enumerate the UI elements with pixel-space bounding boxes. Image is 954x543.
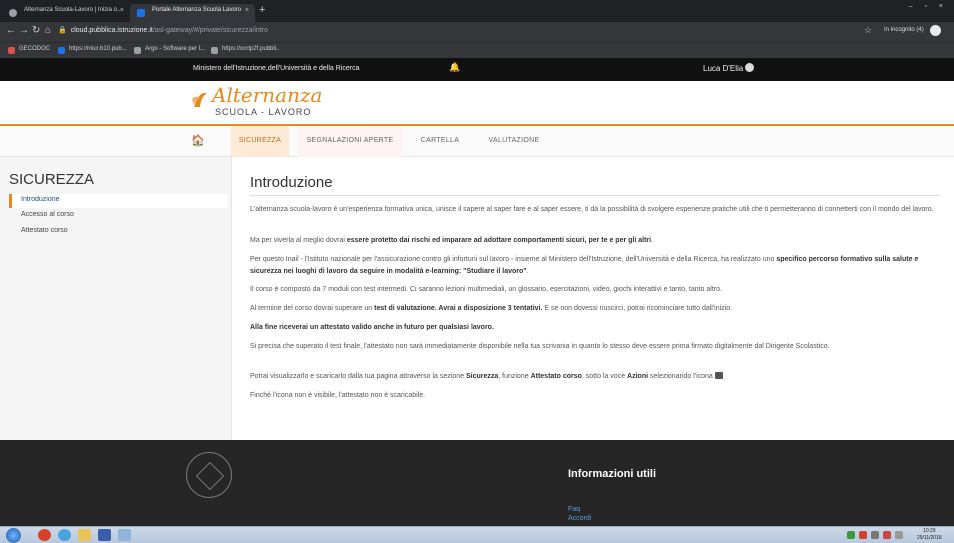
tray-volume-icon[interactable]: [895, 531, 903, 539]
bookmark-label: https://miur.b10.pub...: [69, 46, 127, 52]
main-nav: 🏠 SICUREZZA SEGNALAZIONI APERTE CARTELLA…: [0, 124, 954, 157]
browser-tab-strip: Alternanza Scuola-Lavoro | Inizia o... ×…: [0, 0, 954, 22]
taskbar-clock[interactable]: 10:29 29/11/2018: [917, 528, 942, 542]
browser-tab-title: Alternanza Scuola-Lavoro | Inizia o...: [24, 7, 122, 13]
logo-title[interactable]: Alternanza: [212, 83, 322, 107]
back-icon[interactable]: ←: [6, 25, 16, 36]
url-host: cloud.pubblica.istruzione.it: [70, 27, 153, 34]
url-path: /asl-gateway/#/private/sicurezza/intro: [152, 27, 268, 34]
signature-paragraph: Si precisa che superato il test finale, …: [250, 343, 830, 350]
inail-paragraph: Per questo Inail - l'Istituto nazionale …: [250, 256, 919, 275]
tray-app-icon[interactable]: [859, 531, 867, 539]
file-explorer-icon[interactable]: [78, 529, 91, 541]
download-paragraph: Potrai visualizzarlo e scaricarlo dalla …: [250, 371, 940, 383]
user-name: Luca D'Elia: [703, 64, 744, 73]
incognito-avatar-icon[interactable]: [930, 25, 941, 36]
intro-paragraph: L'alternanza scuola-lavoro è un'esperien…: [250, 206, 934, 213]
bookmark-label: GECODOC: [19, 46, 51, 52]
alternanza-logo-icon: [192, 92, 207, 107]
user-menu[interactable]: Luca D'Elia: [703, 63, 755, 73]
clock-date: 29/11/2018: [917, 535, 942, 541]
bookmark-label: https://ocrtp2f.pubbli..: [222, 46, 280, 52]
reload-icon[interactable]: ↻: [32, 25, 40, 36]
browser-tab-title: Portale Alternanza Scuola Lavoro: [152, 7, 242, 13]
forward-icon[interactable]: →: [19, 25, 29, 36]
windows-taskbar: 10:29 29/11/2018: [0, 526, 954, 543]
sidebar-title: SICUREZZA: [9, 171, 95, 188]
url-field[interactable]: 🔒 cloud.pubblica.istruzione.it/asl-gatewa…: [58, 26, 268, 34]
window-controls[interactable]: – ▫ ×: [909, 3, 948, 10]
republic-emblem-icon: [186, 452, 232, 498]
notification-bell-icon[interactable]: 🔔: [449, 62, 460, 73]
logo-band: Alternanza SCUOLA - LAVORO: [0, 81, 954, 124]
chrome-icon[interactable]: [38, 529, 51, 541]
footer: Informazioni utili Faq Accordi: [0, 440, 954, 526]
new-tab-icon[interactable]: +: [259, 4, 265, 16]
footer-title: Informazioni utili: [568, 468, 656, 480]
close-tab-icon[interactable]: ×: [245, 7, 249, 14]
sidebar-item-attestato-corso[interactable]: Attestato corso: [9, 225, 228, 239]
incognito-label[interactable]: In incognito (4): [884, 27, 924, 33]
user-avatar-icon: [745, 63, 755, 72]
home-icon[interactable]: 🏠: [191, 134, 205, 147]
browser-tab-active[interactable]: Portale Alternanza Scuola Lavoro ×: [130, 4, 255, 22]
sidebar-item-accesso-al-corso[interactable]: Accesso al corso: [9, 209, 228, 223]
bookmarks-bar: GECODOC https://miur.b10.pub... Argo - S…: [0, 42, 954, 58]
browser-tab[interactable]: Alternanza Scuola-Lavoro | Inizia o... ×: [2, 4, 130, 22]
tray-app-icon[interactable]: [847, 531, 855, 539]
logo-subtitle: SCUOLA - LAVORO: [215, 107, 312, 117]
certificate-paragraph: Alla fine riceverai un attestato valido …: [250, 324, 494, 331]
globe-icon: [134, 47, 141, 54]
media-app-icon[interactable]: [98, 529, 111, 541]
tray-network-icon[interactable]: [871, 531, 879, 539]
window-app-icon[interactable]: [118, 529, 131, 541]
bookmark-item[interactable]: GECODOC: [8, 46, 51, 54]
nav-tab-sicurezza[interactable]: SICUREZZA: [231, 126, 289, 157]
sidebar: SICUREZZA Introduzione Accesso al corso …: [0, 157, 232, 440]
address-bar: ← → ↻ ⌂ 🔒 cloud.pubblica.istruzione.it/as…: [0, 22, 954, 42]
globe-icon: [9, 9, 17, 17]
close-tab-icon[interactable]: ×: [120, 7, 124, 14]
footer-link-accordi[interactable]: Accordi: [568, 515, 591, 522]
footer-link-faq[interactable]: Faq: [568, 506, 580, 513]
start-button-icon[interactable]: [6, 528, 21, 543]
bookmark-item[interactable]: https://ocrtp2f.pubbli..: [211, 46, 280, 54]
bookmark-item[interactable]: https://miur.b10.pub...: [58, 46, 127, 54]
sidebar-item-introduzione[interactable]: Introduzione: [9, 194, 228, 208]
bookmark-icon: [8, 47, 15, 54]
graduation-cap-icon: [714, 372, 723, 379]
bookmark-star-icon[interactable]: ☆: [864, 25, 872, 36]
bookmark-item[interactable]: Argo - Software per l...: [134, 46, 206, 54]
internet-explorer-icon[interactable]: [58, 529, 71, 541]
tray-alert-icon[interactable]: [883, 531, 891, 539]
site-top-bar: Ministero dell'Istruzione,dell'Universit…: [0, 58, 954, 81]
clock-time: 10:29: [923, 528, 936, 534]
title-divider: [250, 195, 940, 196]
nav-tab-cartella[interactable]: CARTELLA: [412, 126, 468, 157]
lock-icon: 🔒: [58, 27, 67, 34]
globe-icon: [211, 47, 218, 54]
page-title: Introduzione: [250, 174, 333, 191]
home-icon[interactable]: ⌂: [45, 25, 51, 36]
nav-tab-valutazione[interactable]: VALUTAZIONE: [478, 126, 550, 157]
bookmark-icon: [58, 47, 65, 54]
test-paragraph: Al termine del corso dovrai superare un …: [250, 305, 733, 312]
modules-paragraph: Il corso è composto da 7 moduli con test…: [250, 286, 722, 293]
site-favicon-icon: [137, 9, 145, 17]
visibility-paragraph: Finché l'icona non è visibile, l'attesta…: [250, 392, 426, 399]
bookmark-label: Argo - Software per l...: [145, 46, 206, 52]
ministry-link[interactable]: Ministero dell'Istruzione,dell'Universit…: [193, 65, 359, 72]
protection-paragraph: Ma per viverla al meglio dovrai essere p…: [250, 237, 654, 244]
nav-tab-segnalazioni-aperte[interactable]: SEGNALAZIONI APERTE: [298, 126, 402, 157]
